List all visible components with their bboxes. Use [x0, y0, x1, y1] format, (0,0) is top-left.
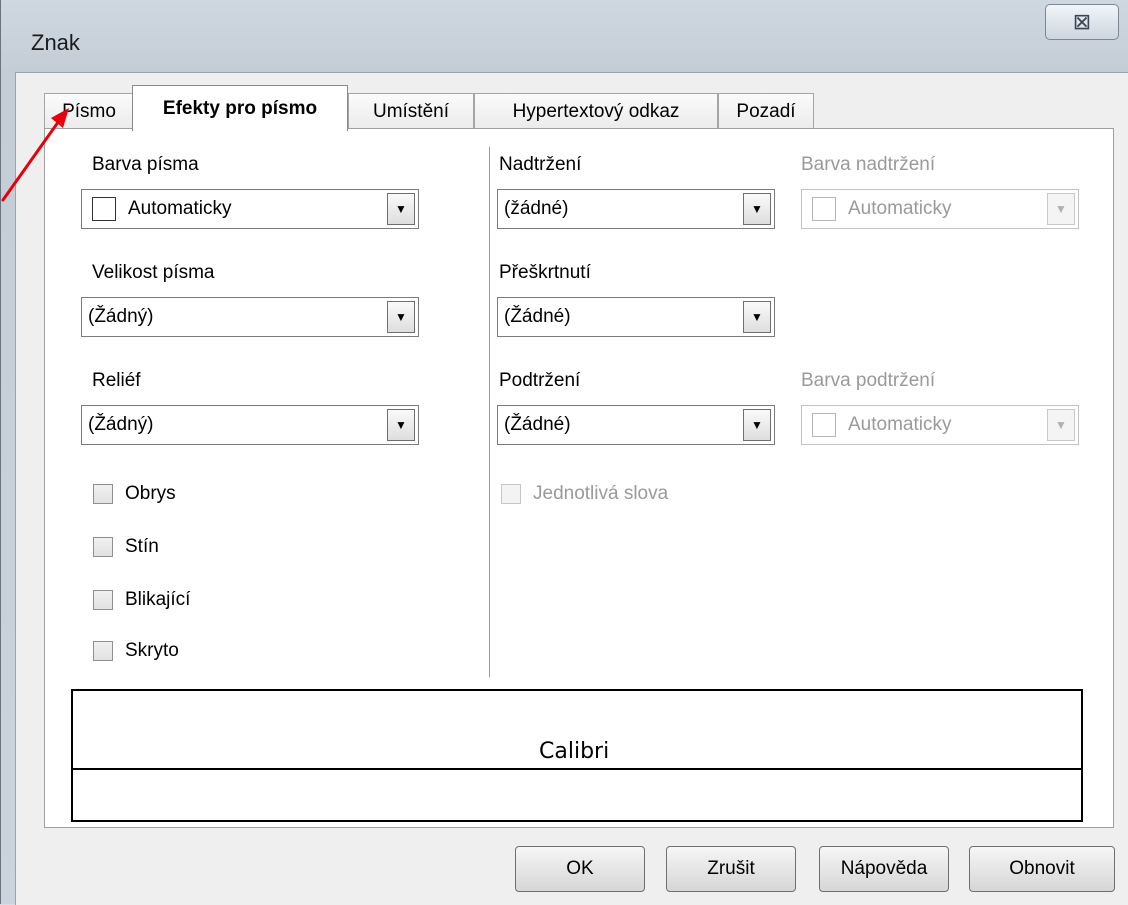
chevron-down-icon[interactable]: ▼ [743, 301, 771, 333]
chevron-down-icon[interactable]: ▼ [743, 409, 771, 441]
overline-value: (žádné) [504, 198, 569, 219]
font-effects-panel: Barva písma Automaticky ▼ Velikost písma… [44, 128, 1114, 828]
ok-button[interactable]: OK [515, 846, 645, 892]
tab-background[interactable]: Pozadí [718, 93, 814, 129]
outline-checkbox[interactable] [93, 484, 113, 504]
color-swatch [92, 197, 116, 221]
underline-label: Podtržení [499, 370, 581, 391]
font-size-label: Velikost písma [92, 262, 215, 283]
column-divider [489, 147, 490, 677]
help-button-label: Nápověda [840, 858, 928, 879]
strikethrough-dropdown[interactable]: (Žádné) ▼ [497, 297, 775, 337]
hidden-label[interactable]: Skryto [125, 640, 179, 662]
preview-text: Calibri [537, 739, 612, 764]
blinking-label[interactable]: Blikající [125, 589, 190, 611]
shadow-checkbox[interactable] [93, 537, 113, 557]
reset-button-label: Obnovit [1009, 858, 1075, 879]
arrow-head [51, 108, 69, 128]
overline-color-value: Automaticky [848, 198, 952, 219]
relief-value: (Žádný) [88, 414, 154, 435]
overline-color-dropdown: Automaticky ▼ [801, 189, 1079, 229]
color-swatch [812, 197, 836, 221]
title-bar[interactable]: Znak ⊠ [1, 0, 1128, 70]
preview-baseline [73, 768, 1081, 770]
tab-position-label: Umístění [372, 100, 450, 122]
help-button[interactable]: Nápověda [819, 846, 949, 892]
underline-color-value: Automaticky [848, 414, 952, 435]
chevron-down-icon[interactable]: ▼ [387, 301, 415, 333]
close-icon: ⊠ [1072, 9, 1092, 34]
tab-hyperlink-label: Hypertextový odkaz [512, 100, 680, 122]
reset-button[interactable]: Obnovit [969, 846, 1115, 892]
underline-value: (Žádné) [504, 414, 571, 435]
underline-dropdown[interactable]: (Žádné) ▼ [497, 405, 775, 445]
strikethrough-value: (Žádné) [504, 306, 571, 327]
tab-hyperlink[interactable]: Hypertextový odkaz [474, 93, 718, 129]
annotation-arrow [1, 108, 69, 202]
underline-color-dropdown: Automaticky ▼ [801, 405, 1079, 445]
preview-box: Calibri [71, 689, 1083, 822]
chevron-down-icon[interactable]: ▼ [387, 409, 415, 441]
overline-dropdown[interactable]: (žádné) ▼ [497, 189, 775, 229]
hidden-checkbox[interactable] [93, 641, 113, 661]
font-color-value: Automaticky [128, 198, 232, 219]
individual-words-label: Jednotlivá slova [533, 483, 669, 504]
tab-font-effects[interactable]: Efekty pro písmo [132, 85, 348, 131]
strikethrough-label: Přeškrtnutí [499, 262, 591, 283]
chevron-down-icon: ▼ [1047, 193, 1075, 225]
individual-words-checkbox [501, 484, 521, 504]
relief-dropdown[interactable]: (Žádný) ▼ [81, 405, 419, 445]
relief-label: Reliéf [92, 370, 141, 391]
font-color-label: Barva písma [92, 154, 199, 175]
ok-button-label: OK [566, 858, 594, 879]
chevron-down-icon[interactable]: ▼ [743, 193, 771, 225]
font-color-dropdown[interactable]: Automaticky ▼ [81, 189, 419, 229]
cancel-button-label: Zrušit [707, 858, 755, 879]
overline-label: Nadtržení [499, 154, 582, 175]
cancel-button[interactable]: Zrušit [666, 846, 796, 892]
arrow-shaft [1, 116, 63, 202]
overline-color-label: Barva nadtržení [801, 154, 936, 175]
tab-position[interactable]: Umístění [348, 93, 474, 129]
color-swatch [812, 413, 836, 437]
blinking-checkbox[interactable] [93, 590, 113, 610]
font-size-dropdown[interactable]: (Žádný) ▼ [81, 297, 419, 337]
chevron-down-icon[interactable]: ▼ [387, 193, 415, 225]
shadow-label[interactable]: Stín [125, 536, 159, 558]
window-title: Znak [31, 30, 80, 55]
underline-color-label: Barva podtržení [801, 370, 936, 391]
dialog-client-area: Písmo Efekty pro písmo Umístění Hypertex… [15, 72, 1128, 905]
chevron-down-icon: ▼ [1047, 409, 1075, 441]
dialog-window: Znak ⊠ Písmo Efekty pro písmo Umístění H… [0, 0, 1128, 905]
outline-label[interactable]: Obrys [125, 483, 176, 505]
close-button[interactable]: ⊠ [1045, 4, 1119, 40]
tab-font-effects-label: Efekty pro písmo [162, 97, 318, 119]
font-size-value: (Žádný) [88, 306, 154, 327]
tab-background-label: Pozadí [736, 100, 796, 122]
